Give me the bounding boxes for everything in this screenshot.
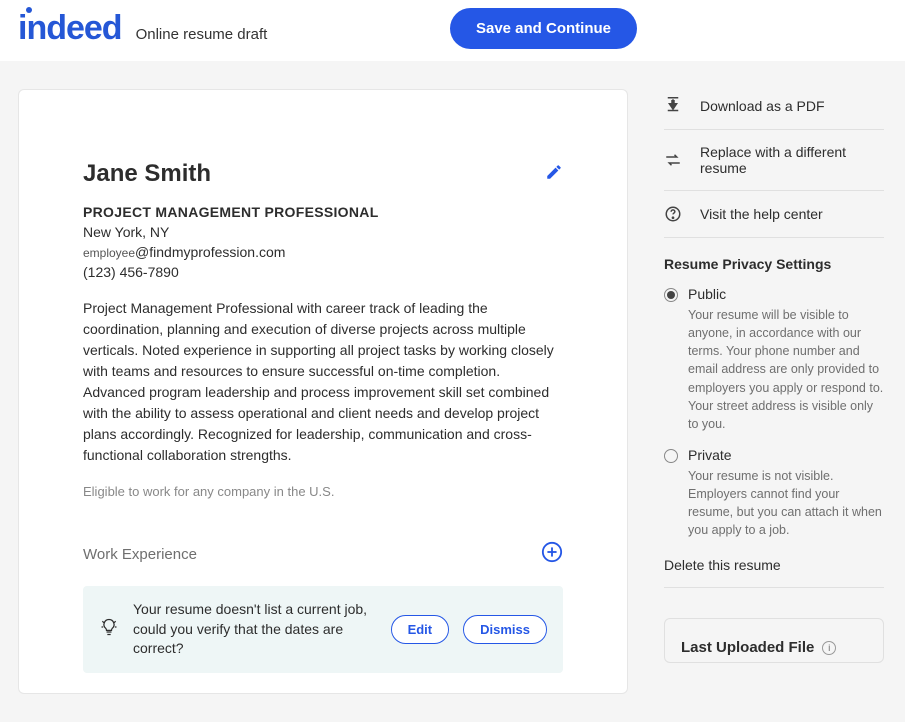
private-label: Private [688, 447, 884, 463]
help-center-link[interactable]: Visit the help center [664, 191, 884, 238]
sidebar: Download as a PDF Replace with a differe… [664, 89, 884, 694]
radio-icon [664, 288, 678, 302]
header: indeed Online resume draft Save and Cont… [0, 0, 905, 61]
page-body: Jane Smith PROJECT MANAGEMENT PROFESSION… [0, 61, 905, 722]
public-label: Public [688, 286, 884, 302]
name-row: Jane Smith [83, 160, 563, 188]
plus-circle-icon[interactable] [541, 541, 563, 568]
hint-text: Your resume doesn't list a current job, … [133, 600, 377, 659]
indeed-logo[interactable]: indeed [18, 9, 122, 48]
public-desc: Your resume will be visible to anyone, i… [688, 306, 884, 433]
hint-box: Your resume doesn't list a current job, … [83, 586, 563, 673]
resume-eligibility: Eligible to work for any company in the … [83, 484, 563, 499]
work-experience-title: Work Experience [83, 546, 197, 563]
privacy-public-option[interactable]: Public Your resume will be visible to an… [664, 286, 884, 433]
resume-summary: Project Management Professional with car… [83, 298, 563, 466]
resume-card: Jane Smith PROJECT MANAGEMENT PROFESSION… [18, 89, 628, 694]
delete-resume-link[interactable]: Delete this resume [664, 557, 884, 588]
resume-location: New York, NY [83, 224, 563, 240]
edit-button[interactable]: Edit [391, 615, 450, 644]
replace-label: Replace with a different resume [700, 144, 884, 176]
download-icon [664, 97, 682, 115]
dismiss-button[interactable]: Dismiss [463, 615, 547, 644]
question-circle-icon [664, 205, 682, 223]
resume-email: employee@findmyprofession.com [83, 244, 563, 260]
logo-text: indeed [18, 9, 122, 47]
privacy-heading: Resume Privacy Settings [664, 256, 884, 272]
upload-title-row: Last Uploaded File i [681, 639, 867, 656]
swap-icon [664, 151, 682, 169]
privacy-private-option[interactable]: Private Your resume is not visible. Empl… [664, 447, 884, 540]
resume-name: Jane Smith [83, 160, 211, 188]
last-uploaded-card: Last Uploaded File i [664, 618, 884, 663]
resume-title: PROJECT MANAGEMENT PROFESSIONAL [83, 204, 563, 220]
save-and-continue-button[interactable]: Save and Continue [450, 8, 637, 49]
private-desc: Your resume is not visible. Employers ca… [688, 467, 884, 540]
radio-icon [664, 449, 678, 463]
email-domain: @findmyprofession.com [135, 244, 285, 260]
email-user: employee [83, 246, 135, 260]
resume-phone: (123) 456-7890 [83, 264, 563, 280]
download-pdf-link[interactable]: Download as a PDF [664, 97, 884, 130]
pencil-icon[interactable] [545, 163, 563, 186]
replace-resume-link[interactable]: Replace with a different resume [664, 130, 884, 191]
info-icon[interactable]: i [822, 641, 836, 655]
help-label: Visit the help center [700, 206, 823, 222]
download-label: Download as a PDF [700, 98, 825, 114]
page-subtitle: Online resume draft [136, 26, 268, 43]
work-experience-section-header: Work Experience [83, 541, 563, 568]
lightbulb-icon [99, 617, 119, 642]
upload-title: Last Uploaded File [681, 639, 814, 656]
